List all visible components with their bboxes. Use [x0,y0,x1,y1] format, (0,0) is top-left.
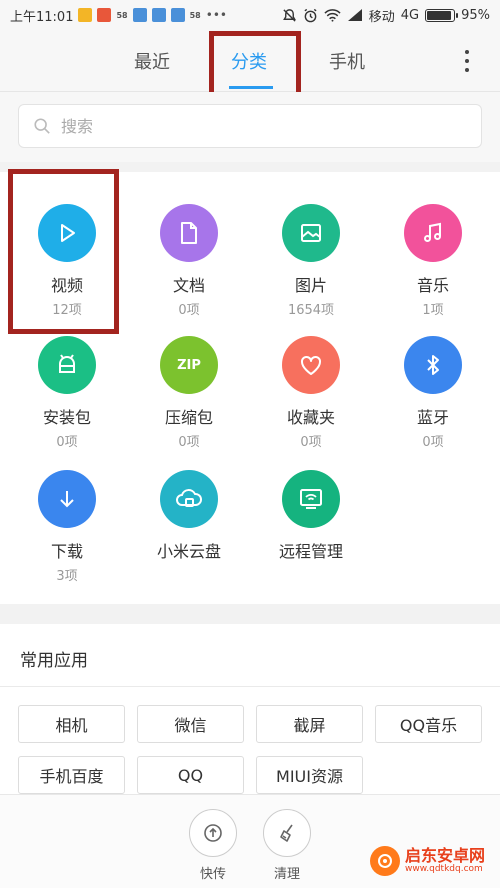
highlight-frame [8,169,119,334]
app-chip-baidu[interactable]: 手机百度 [18,756,125,794]
watermark-name: 启东安卓网 [405,846,486,865]
battery-icon [425,8,459,22]
broom-icon [263,809,311,857]
category-document[interactable]: 文档 0项 [129,204,249,318]
quick-transfer-button[interactable]: 快传 [183,809,243,882]
tab-phone[interactable]: 手机 [329,48,365,74]
search-area [0,92,500,162]
notification-icon [78,8,93,22]
signal-icon [347,9,362,21]
category-name: 下载 [50,542,83,561]
category-name: 收藏夹 [286,408,335,427]
category-name: 远程管理 [278,542,343,561]
upload-icon [189,809,237,857]
notification-icon [170,8,185,22]
app-58-icon: 58 [116,10,128,20]
cloud-icon [160,470,218,528]
app-chip-miui-resources[interactable]: MIUI资源 [256,756,363,794]
battery-level [427,10,451,20]
category-name: 蓝牙 [416,408,449,427]
category-download[interactable]: 下载 3项 [7,470,127,584]
wifi-icon [324,9,341,22]
category-count: 3项 [56,569,78,584]
more-notifications-icon: ••• [205,8,227,22]
clock: 上午11:01 [10,9,74,25]
toolbar-label: 清理 [273,867,300,882]
music-note-icon [404,204,462,262]
toolbar-label: 快传 [199,867,226,882]
notification-icon [151,8,166,22]
status-bar: 上午11:01 58 58 ••• 移动 4G 95% [0,0,500,30]
category-archive[interactable]: ZIP 压缩包 0项 [129,336,249,450]
app-chip-camera[interactable]: 相机 [18,705,125,743]
mute-bell-icon [282,8,296,22]
section-divider [0,604,500,624]
category-count: 0项 [300,435,322,450]
search-input[interactable] [61,116,441,136]
alarm-icon [304,8,317,22]
common-apps-section: 常用应用 相机 微信 截屏 QQ音乐 手机百度 QQ MIUI资源 [0,624,500,794]
category-name: 图片 [294,276,327,295]
category-image[interactable]: 图片 1654项 [251,204,371,318]
carrier-label: 移动 [368,9,395,25]
app-chip-qq-music[interactable]: QQ音乐 [375,705,482,743]
section-title: 常用应用 [20,651,88,671]
category-name: 压缩包 [164,408,213,427]
notification-icon [97,8,112,22]
category-bluetooth[interactable]: 蓝牙 0项 [373,336,493,450]
category-remote[interactable]: 远程管理 [251,470,371,562]
app-chip-qq[interactable]: QQ [137,756,244,794]
remote-wifi-icon [282,470,340,528]
category-music[interactable]: 音乐 1项 [373,204,493,318]
watermark-url: www.qdtkdq.com [405,864,483,874]
category-apk[interactable]: 安装包 0项 [7,336,127,450]
heart-icon [282,336,340,394]
zip-icon: ZIP [160,336,218,394]
network-type: 4G [400,7,420,23]
notification-icon [132,8,147,22]
watermark-logo-icon [370,846,400,876]
category-count: 0项 [178,435,200,450]
category-cloud[interactable]: 小米云盘 [129,470,249,562]
category-count: 1654项 [287,303,335,318]
document-icon [160,204,218,262]
category-name: 音乐 [416,276,449,295]
divider [0,686,500,687]
category-favorites[interactable]: 收藏夹 0项 [251,336,371,450]
category-count: 0项 [178,303,200,318]
search-box[interactable] [18,104,482,148]
bluetooth-icon [404,336,462,394]
tab-recent[interactable]: 最近 [134,48,170,74]
search-icon [34,118,50,134]
app-chip-screenshot[interactable]: 截屏 [256,705,363,743]
category-name: 安装包 [42,408,91,427]
app-58-icon: 58 [189,10,201,20]
image-icon [282,204,340,262]
android-icon [38,336,96,394]
category-name: 小米云盘 [156,542,221,561]
category-count: 0项 [56,435,78,450]
watermark: 启东安卓网 www.qdtkdq.com [370,846,485,876]
battery-percent: 95% [461,7,490,23]
category-count: 0项 [422,435,444,450]
download-icon [38,470,96,528]
category-count: 1项 [422,303,444,318]
zip-icon-label: ZIP [177,357,201,373]
app-chip-wechat[interactable]: 微信 [137,705,244,743]
clean-button[interactable]: 清理 [257,809,317,882]
category-name: 文档 [172,276,205,295]
more-menu-icon[interactable] [464,50,470,72]
highlight-frame [209,31,301,99]
